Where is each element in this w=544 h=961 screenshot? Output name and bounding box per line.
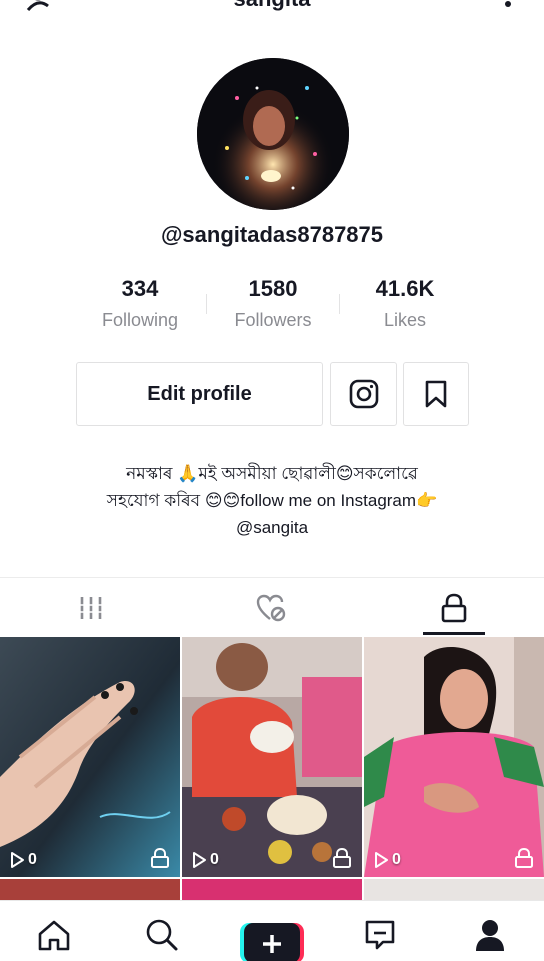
video-image — [182, 637, 362, 877]
following-label: Following — [101, 310, 179, 330]
play-icon — [193, 852, 206, 868]
avatar[interactable] — [197, 58, 349, 210]
lock-icon — [515, 847, 533, 868]
bio-line: সহযোগ কৰিব 😊😊follow me on Instagram👉 — [106, 491, 438, 510]
likes-count: 41.6K — [375, 276, 435, 301]
search-icon — [146, 919, 178, 951]
profile-bio: নমস্কাৰ 🙏মই অসমীয়া ছোৱালী😊সকলোৱে সহযোগ … — [40, 460, 504, 541]
nav-discover[interactable] — [142, 915, 182, 955]
video-thumbnail[interactable]: 0 — [182, 637, 362, 877]
create-button[interactable] — [240, 921, 304, 961]
hidden-heart-icon — [256, 594, 285, 622]
likes-label: Likes — [383, 310, 427, 330]
favorites-button[interactable] — [403, 362, 469, 426]
followers-stat[interactable]: 1580 Followers — [198, 276, 348, 331]
bio-line: নমস্কাৰ 🙏মই অসমীয়া ছোৱালী😊সকলোৱে — [126, 464, 418, 483]
tabs-divider — [0, 577, 544, 578]
play-icon — [11, 852, 24, 868]
nav-me[interactable] — [470, 915, 510, 955]
view-count: 0 — [190, 851, 219, 869]
selected-tab-indicator — [423, 632, 485, 635]
video-thumbnail[interactable]: 0 — [364, 637, 544, 877]
edit-profile-button[interactable]: Edit profile — [76, 362, 323, 426]
tab-liked[interactable] — [181, 582, 362, 634]
tab-private[interactable] — [363, 582, 544, 634]
video-image — [364, 637, 544, 877]
username-handle: @sangitadas8787875 — [160, 222, 384, 247]
page-title[interactable]: sangita — [0, 0, 544, 12]
likes-stat[interactable]: 41.6K Likes — [330, 276, 480, 331]
instagram-icon — [349, 379, 378, 409]
bookmark-icon — [425, 380, 447, 408]
view-count-value: 0 — [210, 851, 219, 868]
bio-line[interactable]: @sangita — [40, 514, 504, 541]
plus-icon — [240, 923, 304, 961]
following-stat[interactable]: 334 Following — [65, 276, 215, 331]
more-icon[interactable] — [498, 0, 518, 14]
bottom-nav — [0, 900, 544, 961]
followers-count: 1580 — [248, 276, 298, 301]
view-count: 0 — [372, 851, 401, 869]
followers-label: Followers — [234, 310, 312, 330]
home-icon — [38, 920, 70, 951]
grid-icon — [78, 597, 103, 619]
avatar-image — [197, 58, 349, 210]
nav-home[interactable] — [34, 915, 74, 955]
video-image — [0, 637, 180, 877]
view-count-value: 0 — [28, 851, 37, 868]
lock-icon — [333, 847, 351, 868]
video-thumbnail[interactable] — [364, 879, 544, 901]
lock-icon — [441, 593, 466, 623]
video-thumbnail[interactable] — [182, 879, 362, 901]
instagram-button[interactable] — [330, 362, 397, 426]
video-thumbnail[interactable] — [0, 879, 180, 901]
edit-profile-label: Edit profile — [147, 382, 252, 405]
view-count: 0 — [8, 851, 37, 869]
lock-icon — [151, 847, 169, 868]
following-count: 334 — [121, 276, 159, 301]
nav-inbox[interactable] — [360, 915, 400, 955]
profile-icon — [476, 920, 504, 951]
view-count-value: 0 — [392, 851, 401, 868]
inbox-icon — [365, 920, 395, 950]
play-icon — [375, 852, 388, 868]
video-thumbnail[interactable]: 0 — [0, 637, 180, 877]
tab-videos[interactable] — [0, 582, 181, 634]
top-bar: sangita — [0, 0, 544, 14]
